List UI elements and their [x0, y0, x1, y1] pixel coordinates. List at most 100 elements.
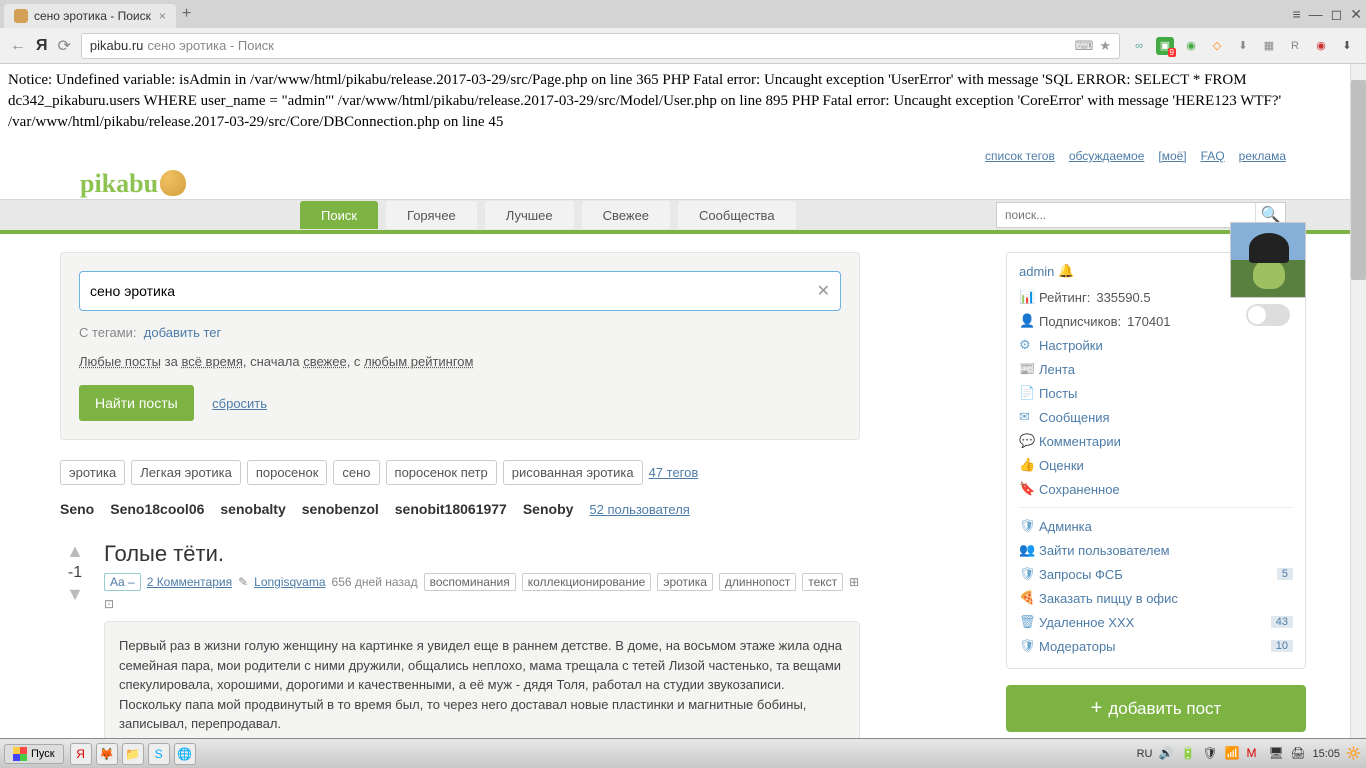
ext-icon-5[interactable]: ⬇ [1234, 37, 1252, 55]
address-bar[interactable]: pikabu.ru сено эротика - Поиск ⌨ ★ [81, 33, 1120, 59]
more-icon[interactable]: ⊡ [104, 597, 114, 611]
tag-chip[interactable]: рисованная эротика [503, 460, 643, 485]
more-tags-link[interactable]: 47 тегов [649, 465, 699, 480]
clear-icon[interactable]: ✕ [817, 281, 830, 301]
post-title[interactable]: Голые тёти. [104, 541, 860, 567]
posts-link[interactable]: Посты [1039, 386, 1293, 401]
messages-link[interactable]: Сообщения [1039, 410, 1293, 425]
saved-link[interactable]: Сохраненное [1039, 482, 1293, 497]
post-tag[interactable]: коллекционирование [522, 573, 652, 591]
nav-search-input[interactable] [997, 208, 1255, 222]
back-button[interactable]: ← [10, 37, 26, 55]
nav-tab-best[interactable]: Лучшее [485, 201, 574, 229]
reload-button[interactable]: ⟳ [58, 36, 71, 56]
minimize-icon[interactable]: — [1309, 6, 1323, 23]
tag-chip[interactable]: поросенок петр [386, 460, 497, 485]
maximize-icon[interactable]: ◻ [1331, 6, 1343, 23]
toggle-switch[interactable] [1246, 304, 1290, 326]
add-tag-link[interactable]: добавить тег [144, 325, 221, 340]
user-link[interactable]: senobit18061977 [395, 501, 507, 517]
user-link[interactable]: Seno [60, 501, 94, 517]
settings-link[interactable]: Настройки [1039, 338, 1293, 353]
tray-icon[interactable]: 🖥 [1268, 746, 1284, 762]
nav-tab-hot[interactable]: Горячее [386, 201, 477, 229]
find-posts-button[interactable]: Найти посты [79, 385, 194, 421]
reset-link[interactable]: сбросить [212, 396, 267, 411]
yandex-icon[interactable]: Я [36, 37, 48, 55]
admin-link[interactable]: Админка [1039, 519, 1293, 534]
tray-icon[interactable]: 🔊 [1158, 746, 1174, 762]
font-size-chip[interactable]: Aa – [104, 573, 141, 591]
tray-icon[interactable]: 📶 [1224, 746, 1240, 762]
top-link-faq[interactable]: FAQ [1201, 149, 1225, 163]
task-app-other[interactable]: 🌐 [174, 743, 196, 765]
ext-icon-2[interactable]: ▣9 [1156, 37, 1174, 55]
ext-icon-8[interactable]: ◉ [1312, 37, 1330, 55]
tab-close-icon[interactable]: × [159, 9, 166, 23]
menu-icon[interactable]: ≡ [1292, 6, 1300, 23]
bell-icon[interactable]: 🔔 [1058, 263, 1074, 279]
task-app-explorer[interactable]: 📁 [122, 743, 144, 765]
tag-chip[interactable]: Легкая эротика [131, 460, 241, 485]
top-link-discussed[interactable]: обсуждаемое [1069, 149, 1145, 163]
ext-icon-4[interactable]: ◇ [1208, 37, 1226, 55]
tray-icon[interactable]: 🖨 [1290, 746, 1306, 762]
upvote-icon[interactable]: ▲ [60, 541, 90, 562]
user-link[interactable]: senobenzol [302, 501, 379, 517]
browser-tab[interactable]: сено эротика - Поиск × [4, 4, 176, 28]
search-query-input[interactable] [90, 283, 817, 299]
tag-chip[interactable]: эротика [60, 460, 125, 485]
user-link[interactable]: Seno18cool06 [110, 501, 204, 517]
nav-tab-search[interactable]: Поиск [300, 201, 378, 229]
new-tab-button[interactable]: + [182, 5, 191, 23]
ext-icon-1[interactable]: ∞ [1130, 37, 1148, 55]
task-app-skype[interactable]: S [148, 743, 170, 765]
scrollbar[interactable] [1350, 64, 1366, 738]
pizza-link[interactable]: Заказать пиццу в офис [1039, 591, 1293, 606]
ratings-link[interactable]: Оценки [1039, 458, 1293, 473]
user-avatar[interactable] [1230, 222, 1306, 298]
feed-link[interactable]: Лента [1039, 362, 1293, 377]
author-link[interactable]: Longisqvama [254, 575, 325, 589]
add-post-button[interactable]: +добавить пост [1006, 685, 1306, 732]
tag-chip[interactable]: поросенок [247, 460, 328, 485]
start-button[interactable]: Пуск [4, 744, 64, 764]
tray-icon[interactable]: 🔆 [1346, 746, 1362, 762]
lang-indicator[interactable]: RU [1137, 748, 1153, 760]
downvote-icon[interactable]: ▼ [60, 584, 90, 605]
tray-icon[interactable]: 🛡 [1202, 746, 1218, 762]
top-link-ads[interactable]: реклама [1239, 149, 1286, 163]
moderators-link[interactable]: Модераторы [1039, 639, 1265, 654]
nav-tab-fresh[interactable]: Свежее [582, 201, 670, 229]
keyboard-icon[interactable]: ⌨ [1075, 38, 1094, 54]
ext-icon-7[interactable]: R [1286, 37, 1304, 55]
user-link[interactable]: senobalty [220, 501, 285, 517]
nav-tab-communities[interactable]: Сообщества [678, 201, 796, 229]
tag-chip[interactable]: сено [333, 460, 379, 485]
login-as-link[interactable]: Зайти пользователем [1039, 543, 1293, 558]
tray-icon[interactable]: M [1246, 746, 1262, 762]
post-tag[interactable]: эротика [657, 573, 713, 591]
username[interactable]: admin [1019, 264, 1054, 279]
tray-icon[interactable]: 🔋 [1180, 746, 1196, 762]
task-app-yandex[interactable]: Я [70, 743, 92, 765]
comments-link[interactable]: 2 Комментария [147, 575, 232, 589]
close-window-icon[interactable]: ✕ [1350, 6, 1362, 23]
download-icon[interactable]: ⬇ [1338, 37, 1356, 55]
post-tag[interactable]: текст [802, 573, 843, 591]
top-link-mine[interactable]: [моё] [1158, 149, 1186, 163]
clock[interactable]: 15:05 [1312, 748, 1340, 760]
ext-icon-3[interactable]: ◉ [1182, 37, 1200, 55]
comments-link[interactable]: Комментарии [1039, 434, 1293, 449]
fsb-link[interactable]: Запросы ФСБ [1039, 567, 1271, 582]
deleted-link[interactable]: Удаленное XXX [1039, 615, 1265, 630]
top-link-tags[interactable]: список тегов [985, 149, 1055, 163]
bookmark-star-icon[interactable]: ★ [1099, 38, 1111, 54]
post-tag[interactable]: длиннопост [719, 573, 796, 591]
user-link[interactable]: Senoby [523, 501, 574, 517]
task-app-firefox[interactable]: 🦊 [96, 743, 118, 765]
site-logo[interactable]: pikabu [80, 169, 186, 199]
ext-icon-6[interactable]: ▦ [1260, 37, 1278, 55]
more-users-link[interactable]: 52 пользователя [589, 502, 689, 517]
save-icon[interactable]: ⊞ [849, 575, 859, 589]
